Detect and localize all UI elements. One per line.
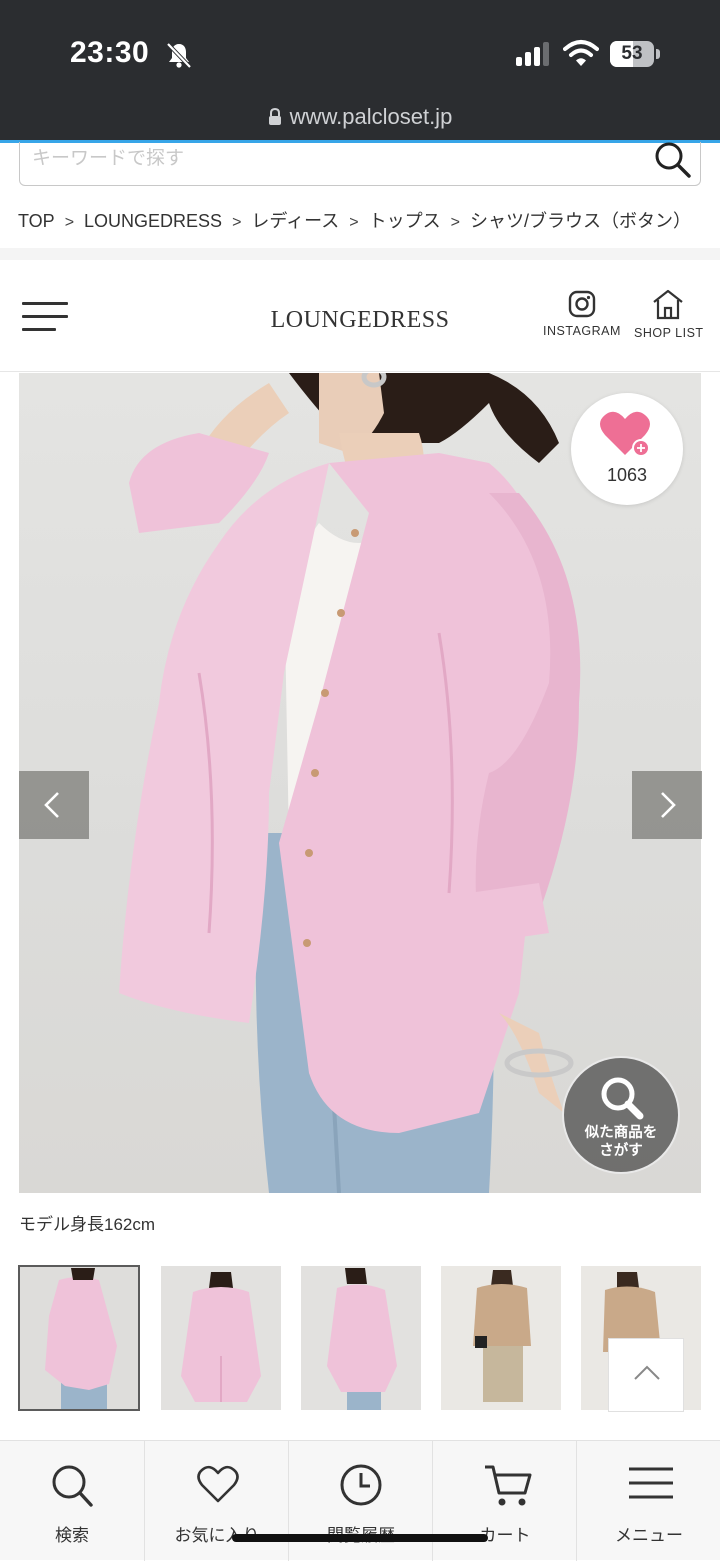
instagram-label: INSTAGRAM [543,324,621,338]
battery-icon: 53 [610,41,660,67]
thumbnail-image [161,1266,281,1410]
thumbnail-image [301,1266,421,1410]
thumbnail-1[interactable] [18,1265,140,1411]
nav-search-label: 検索 [55,1526,89,1545]
find-similar-label: 似た商品を さがす [584,1125,658,1159]
favorite-count: 1063 [606,465,648,485]
heart-plus-icon [600,411,650,457]
url-bar[interactable]: www.palcloset.jp [0,104,720,130]
scroll-to-top-button[interactable] [608,1338,684,1412]
search-box [19,142,701,186]
search-icon [52,1465,93,1507]
site-header: LOUNGEDRESS INSTAGRAM SHOP LIST [0,260,720,372]
thumbnail-image [441,1266,561,1410]
nav-search[interactable]: 検索 [0,1441,144,1561]
breadcrumb-item-tops[interactable]: トップス [369,207,441,233]
section-divider [0,248,720,260]
nav-menu[interactable]: メニュー [576,1441,720,1561]
breadcrumb: TOP > LOUNGEDRESS > レディース > トップス > シャツ/ブラウス（ボタン） [18,207,718,233]
thumbnail-2[interactable] [161,1266,281,1410]
nav-cart[interactable]: カート [432,1441,576,1561]
previous-image-button[interactable] [19,771,89,839]
home-indicator[interactable] [232,1534,488,1542]
bottom-navigation: 検索 お気に入り 閲覧履歴 カート メニュー [0,1440,720,1561]
breadcrumb-item-shirts[interactable]: シャツ/ブラウス（ボタン） [470,207,691,233]
find-similar-button[interactable]: 似た商品を さがす [562,1056,680,1174]
status-bar: 23:30 53 www.palcloset.jp [0,0,720,142]
brand-logo[interactable]: LOUNGEDRESS [230,307,490,334]
chevron-up-icon [634,1365,660,1380]
breadcrumb-item-ladies[interactable]: レディース [251,207,339,233]
heart-icon [197,1465,239,1503]
breadcrumb-separator: > [232,214,242,231]
menu-lines-icon [629,1467,673,1499]
search-icon [601,1077,644,1120]
clock-icon [340,1464,382,1506]
favorite-button[interactable]: 1063 [571,393,683,505]
search-input[interactable] [32,142,632,176]
breadcrumb-separator: > [450,214,460,231]
search-icon[interactable] [654,142,692,178]
thumbnail-image [19,1266,139,1410]
chevron-right-icon [661,792,676,818]
breadcrumb-item-top[interactable]: TOP [18,211,55,232]
hamburger-menu-button[interactable] [22,300,70,334]
silent-bell-icon [166,42,192,69]
url-text: www.palcloset.jp [289,104,453,129]
next-image-button[interactable] [632,771,702,839]
model-height-text: モデル身長162cm [19,1215,156,1234]
lock-icon [268,108,281,125]
thumbnail-3[interactable] [301,1266,421,1410]
instagram-link[interactable]: INSTAGRAM [536,290,628,346]
nav-history[interactable]: 閲覧履歴 [288,1441,432,1561]
breadcrumb-separator: > [64,214,75,231]
instagram-icon [568,290,596,318]
breadcrumb-item-brand[interactable]: LOUNGEDRESS [84,211,222,232]
clock: 23:30 [70,36,150,69]
shop-house-icon [653,289,683,320]
shop-list-link[interactable]: SHOP LIST [634,288,704,346]
cart-icon [485,1465,532,1506]
nav-favorites[interactable]: お気に入り [144,1441,288,1561]
shop-list-label: SHOP LIST [634,326,704,340]
breadcrumb-separator: > [349,214,359,231]
battery-level: 53 [621,43,643,64]
nav-menu-label: メニュー [615,1526,683,1545]
thumbnail-4[interactable] [441,1266,561,1410]
cellular-signal-icon [516,42,549,66]
wifi-icon [563,40,599,66]
chevron-left-icon [44,792,59,818]
